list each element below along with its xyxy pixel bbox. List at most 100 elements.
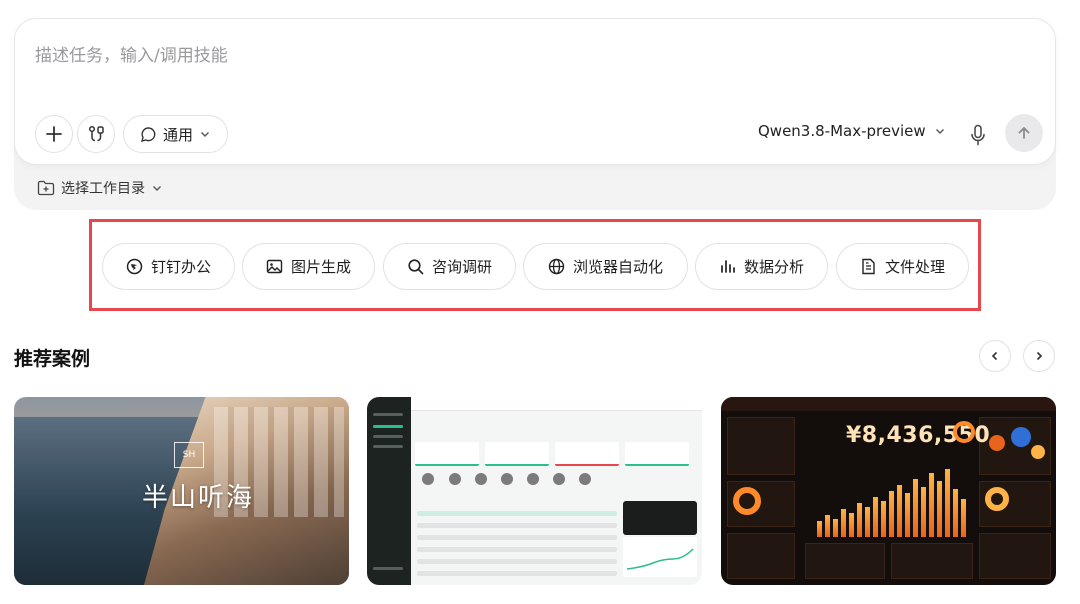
image-icon [266,259,283,274]
model-select[interactable]: Qwen3.8-Max-preview [758,122,946,140]
quick-action-label: 咨询调研 [431,258,492,276]
table-row [417,571,617,576]
analytics-bar [913,479,918,537]
carousel-next-button[interactable] [1023,340,1055,372]
analytics-bar [833,519,838,537]
analytics-bar [841,509,846,537]
add-button[interactable] [35,115,73,153]
analytics-tile [805,543,885,579]
quick-action-label: 钉钉办公 [150,258,211,276]
section-title: 推荐案例 [14,348,91,370]
dashboard-topbar [411,397,702,411]
analytics-bar [945,469,950,537]
avatar [579,473,591,485]
avatar [475,473,487,485]
quick-action-label: 图片生成 [290,258,351,276]
chat-bubble-icon [140,126,156,142]
analytics-tile [979,533,1051,579]
dashboard-mini-chart [623,537,697,577]
table-row [417,523,617,528]
dashboard-stat [485,442,549,466]
arrow-up-icon [1018,126,1030,139]
analytics-tile [891,543,973,579]
quick-action-file-processing[interactable]: 文件处理 [836,243,969,290]
microphone-icon [971,124,985,146]
table-row [417,511,617,516]
dashboard-stat [555,442,619,466]
plus-icon [46,126,62,142]
analytics-bar [857,503,862,537]
brand-logo-icon: SH [174,442,204,468]
chevron-right-icon [1036,351,1043,361]
analytics-bar [953,489,958,537]
quick-action-label: 浏览器自动化 [572,258,663,276]
chevron-left-icon [991,351,998,361]
mode-label: 通用 [163,125,194,144]
dashboard-sidebar [367,397,411,585]
quick-action-image-gen[interactable]: 图片生成 [242,243,375,290]
model-label: Qwen3.8-Max-preview [758,122,926,140]
analytics-tile [727,533,795,579]
analytics-bar [937,481,942,537]
analytics-header [721,397,1056,411]
quick-action-dingtalk[interactable]: 钉钉办公 [102,243,235,290]
analytics-bar [817,521,822,537]
document-icon [862,258,875,275]
workdir-label: 选择工作目录 [61,181,145,197]
analytics-bubble [989,435,1005,451]
case-card-analytics[interactable]: ¥8,436,550 [721,397,1056,585]
analytics-bar [897,485,902,537]
quick-action-label: 数据分析 [743,258,804,276]
avatar [527,473,539,485]
analytics-bar [881,501,886,537]
quick-action-browser-automation[interactable]: 浏览器自动化 [523,243,688,290]
case-card-coastal-brand[interactable]: SH 半山听海 [14,397,349,585]
avatar [501,473,513,485]
analytics-bar [905,493,910,537]
case-card-dashboard[interactable] [367,397,702,585]
globe-icon [548,258,565,275]
analytics-bar [889,491,894,537]
brand-text: 半山听海 [142,483,255,513]
analytics-bubble [1031,445,1045,459]
analytics-bar [961,499,966,537]
analytics-bar [849,513,854,537]
chevron-down-icon [153,186,161,191]
quick-action-data-analysis[interactable]: 数据分析 [695,243,828,290]
table-row [417,535,617,540]
avatar [553,473,565,485]
analytics-bubble [1011,427,1031,447]
workdir-select[interactable]: 选择工作目录 [37,178,163,198]
avatar [449,473,461,485]
chevron-down-icon [935,129,944,134]
quick-action-label: 文件处理 [884,258,945,276]
table-row [417,547,617,552]
dashboard-profile-panel [623,501,697,535]
analytics-donut [733,487,761,515]
carousel-prev-button[interactable] [979,340,1011,372]
analytics-bar [921,487,926,537]
tools-icon [88,125,104,142]
composer-card: 描述任务，输入/调用技能 通用 Qwen3.8-Max-preview [14,18,1056,165]
analytics-tile [727,417,795,475]
quick-action-research[interactable]: 咨询调研 [383,243,516,290]
bar-chart-icon [721,260,735,273]
analytics-bar [825,515,830,537]
analytics-bar [865,507,870,537]
analytics-bar [873,497,878,537]
analytics-bar [929,473,934,537]
mode-select[interactable]: 通用 [123,115,229,153]
dingtalk-icon [126,258,143,275]
folder-add-icon [37,180,55,196]
tools-button[interactable] [77,115,115,153]
voice-input-button[interactable] [967,122,989,148]
composer-input[interactable]: 描述任务，输入/调用技能 [35,41,228,66]
search-icon [408,259,424,275]
table-row [417,559,617,564]
send-button[interactable] [1005,114,1043,152]
page: 描述任务，输入/调用技能 通用 Qwen3.8-Max-preview 选择工作… [0,0,1080,604]
analytics-donut [985,487,1009,511]
dashboard-stat [415,442,479,466]
chevron-down-icon [201,132,210,137]
avatar [422,473,434,485]
